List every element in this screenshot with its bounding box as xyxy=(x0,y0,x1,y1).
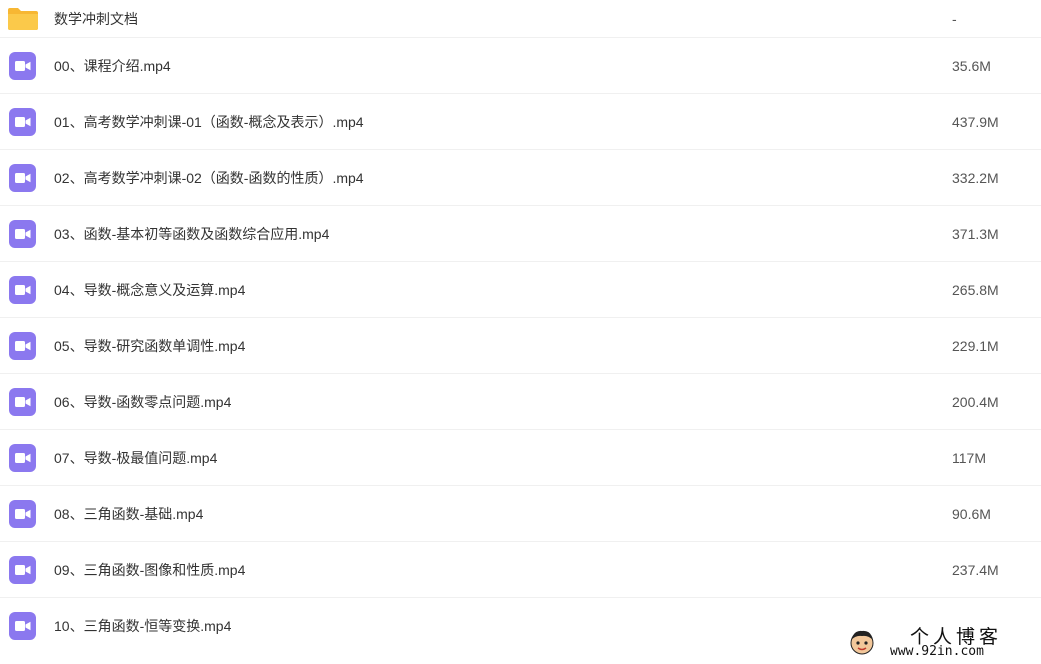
file-size: 35.6M xyxy=(952,57,991,74)
video-file-icon xyxy=(9,219,36,248)
file-size: 117M xyxy=(952,449,986,466)
video-file-icon xyxy=(9,387,36,416)
video-file-icon xyxy=(9,51,36,80)
watermark: 个人博客 www.92in.com xyxy=(846,622,1036,662)
file-list: 数学冲刺文档 - 00、课程介绍.mp4 35.6M 01、高考数学冲刺课-01… xyxy=(0,0,1041,654)
file-row[interactable]: 01、高考数学冲刺课-01（函数-概念及表示）.mp4 437.9M xyxy=(0,94,1041,150)
file-name[interactable]: 02、高考数学冲刺课-02（函数-函数的性质）.mp4 xyxy=(54,168,364,188)
file-size: 237.4M xyxy=(952,561,999,578)
file-name[interactable]: 05、导数-研究函数单调性.mp4 xyxy=(54,336,245,356)
file-size: 332.2M xyxy=(952,169,999,186)
file-row[interactable]: 08、三角函数-基础.mp4 90.6M xyxy=(0,486,1041,542)
file-name[interactable]: 09、三角函数-图像和性质.mp4 xyxy=(54,560,245,580)
file-row[interactable]: 04、导数-概念意义及运算.mp4 265.8M xyxy=(0,262,1041,318)
file-row[interactable]: 02、高考数学冲刺课-02（函数-函数的性质）.mp4 332.2M xyxy=(0,150,1041,206)
file-name[interactable]: 08、三角函数-基础.mp4 xyxy=(54,504,203,524)
video-file-icon xyxy=(9,275,36,304)
file-row-folder[interactable]: 数学冲刺文档 - xyxy=(0,0,1041,38)
file-row[interactable]: 06、导数-函数零点问题.mp4 200.4M xyxy=(0,374,1041,430)
watermark-url: www.92in.com xyxy=(890,644,984,659)
video-file-icon xyxy=(9,555,36,584)
file-row[interactable]: 00、课程介绍.mp4 35.6M xyxy=(0,38,1041,94)
file-name[interactable]: 06、导数-函数零点问题.mp4 xyxy=(54,392,231,412)
file-row[interactable]: 03、函数-基本初等函数及函数综合应用.mp4 371.3M xyxy=(0,206,1041,262)
file-size: 200.4M xyxy=(952,393,999,410)
file-row[interactable]: 05、导数-研究函数单调性.mp4 229.1M xyxy=(0,318,1041,374)
video-file-icon xyxy=(9,331,36,360)
video-file-icon xyxy=(9,499,36,528)
file-name[interactable]: 01、高考数学冲刺课-01（函数-概念及表示）.mp4 xyxy=(54,112,364,132)
file-name[interactable]: 07、导数-极最值问题.mp4 xyxy=(54,448,217,468)
file-size: 371.3M xyxy=(952,225,999,242)
file-name[interactable]: 数学冲刺文档 xyxy=(54,9,138,29)
file-name[interactable]: 10、三角函数-恒等变换.mp4 xyxy=(54,616,231,636)
video-file-icon xyxy=(9,443,36,472)
file-name[interactable]: 00、课程介绍.mp4 xyxy=(54,56,171,76)
file-row[interactable]: 09、三角函数-图像和性质.mp4 237.4M xyxy=(0,542,1041,598)
video-file-icon xyxy=(9,612,36,640)
file-row[interactable]: 07、导数-极最值问题.mp4 117M xyxy=(0,430,1041,486)
file-name[interactable]: 03、函数-基本初等函数及函数综合应用.mp4 xyxy=(54,224,329,244)
cartoon-face-icon xyxy=(848,628,876,656)
file-size: 265.8M xyxy=(952,281,999,298)
video-file-icon xyxy=(9,163,36,192)
file-name[interactable]: 04、导数-概念意义及运算.mp4 xyxy=(54,280,245,300)
folder-icon xyxy=(7,7,39,31)
file-size: 437.9M xyxy=(952,113,999,130)
file-size: 229.1M xyxy=(952,337,999,354)
file-size: 90.6M xyxy=(952,505,991,522)
video-file-icon xyxy=(9,107,36,136)
file-size: - xyxy=(952,11,957,27)
